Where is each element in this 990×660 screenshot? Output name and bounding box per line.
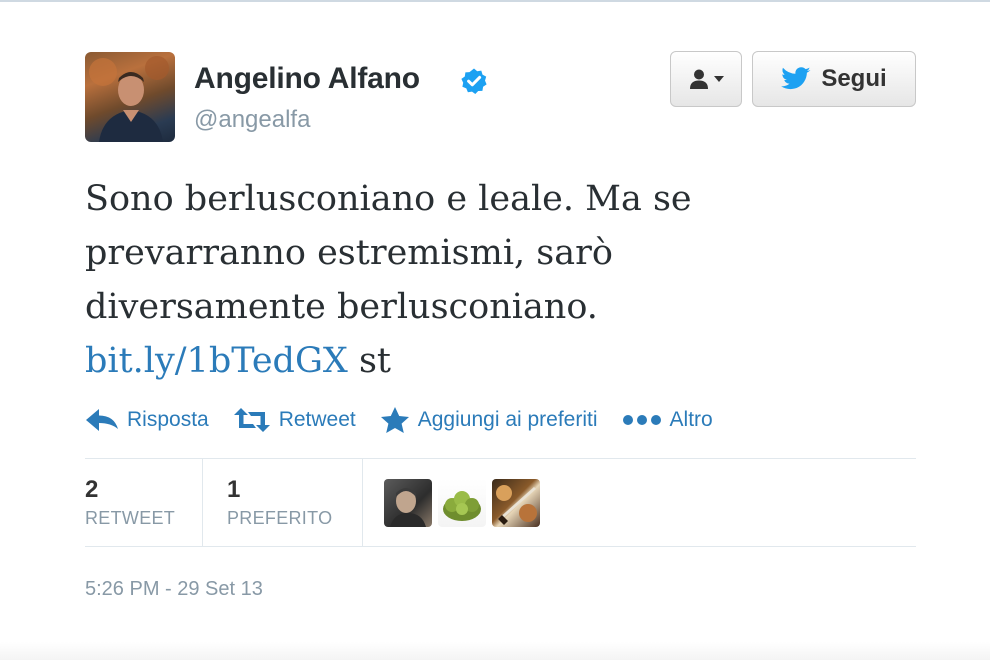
stats-divider: [202, 458, 203, 546]
favoriter-avatar[interactable]: [492, 479, 540, 527]
tweet-body-tail: st: [347, 341, 391, 381]
verified-badge-icon: [461, 68, 487, 94]
retweet-count[interactable]: 2: [85, 476, 98, 504]
favoriter-photo: [496, 485, 537, 525]
favoriter-photo: [390, 488, 426, 527]
user-name[interactable]: Angelino Alfano: [194, 62, 420, 96]
more-dots-icon: [622, 415, 661, 425]
user-icon: [690, 69, 708, 89]
user-actions-dropdown[interactable]: [670, 51, 742, 107]
stats-top-divider: [85, 458, 916, 459]
retweet-count-label[interactable]: RETWEET: [85, 508, 175, 529]
follow-label: Segui: [821, 65, 887, 92]
retweet-label: Retweet: [278, 408, 356, 431]
tweet-body: Sono berlusconiano e leale. Ma se prevar…: [85, 179, 692, 327]
favorite-count-label[interactable]: PREFERITO: [227, 508, 332, 529]
retweet-action[interactable]: Retweet: [233, 408, 356, 432]
bottom-fade: [0, 642, 990, 660]
follow-button[interactable]: Segui: [752, 51, 916, 107]
stats-bottom-divider: [85, 546, 916, 547]
favoriter-avatar[interactable]: [438, 479, 486, 527]
stats-divider: [362, 458, 363, 546]
star-icon: [380, 407, 409, 433]
profile-avatar[interactable]: [85, 52, 175, 142]
reply-action[interactable]: Risposta: [85, 408, 209, 432]
retweet-icon: [233, 408, 270, 432]
favorite-label: Aggiungi ai preferiti: [417, 408, 598, 431]
more-action[interactable]: Altro: [622, 408, 713, 432]
favoriter-avatar[interactable]: [384, 479, 432, 527]
twitter-bird-icon: [781, 66, 811, 89]
favorite-count[interactable]: 1: [227, 476, 240, 504]
tweet-link[interactable]: bit.ly/1bTedGX: [85, 341, 348, 381]
tweet-timestamp[interactable]: 5:26 PM - 29 Set 13: [85, 578, 263, 601]
caret-down-icon: [714, 76, 724, 82]
reply-label: Risposta: [127, 408, 209, 431]
top-border: [0, 0, 990, 2]
tweet-text: Sono berlusconiano e leale. Ma se prevar…: [85, 172, 785, 388]
profile-photo: [89, 56, 169, 142]
tweet-actions: Risposta Retweet Aggiungi ai preferiti A…: [85, 400, 737, 440]
user-handle[interactable]: @angealfa: [194, 106, 310, 134]
reply-icon: [86, 409, 118, 431]
favoriter-photo: [443, 491, 481, 521]
favorite-action[interactable]: Aggiungi ai preferiti: [380, 406, 598, 434]
more-label: Altro: [669, 408, 713, 431]
